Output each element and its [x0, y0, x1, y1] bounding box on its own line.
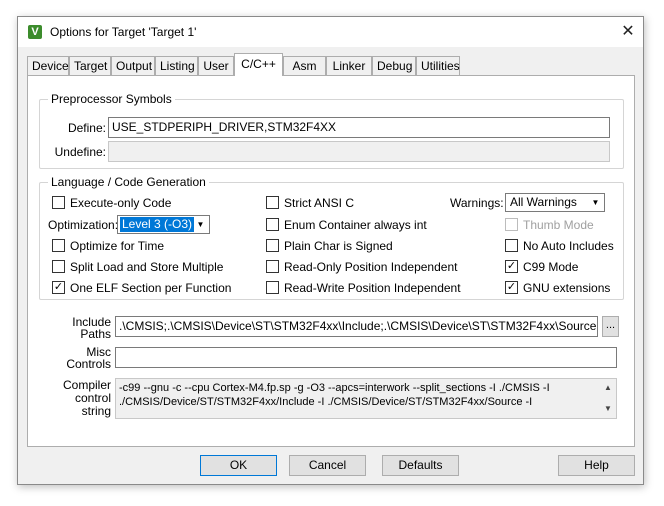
tab-asm[interactable]: Asm [283, 56, 326, 75]
tab-utilities[interactable]: Utilities [416, 56, 460, 75]
tab-c-cpp[interactable]: C/C++ [234, 53, 283, 76]
gnu-extensions-label: GNU extensions [523, 281, 611, 295]
defaults-button[interactable]: Defaults [382, 455, 459, 476]
split-load-store-checkbox[interactable] [52, 260, 65, 273]
optimize-for-time-checkbox[interactable] [52, 239, 65, 252]
read-write-pos-indep-label: Read-Write Position Independent [284, 281, 461, 295]
compiler-control-string-label: Compiler control string [62, 378, 111, 418]
optimization-label: Optimization: [48, 218, 119, 232]
plain-char-signed-checkbox[interactable] [266, 239, 279, 252]
c99-mode-label: C99 Mode [523, 260, 579, 274]
language-group-label: Language / Code Generation [48, 175, 209, 189]
strict-ansi-c-checkbox[interactable] [266, 196, 279, 209]
define-input[interactable]: USE_STDPERIPH_DRIVER,STM32F4XX [108, 117, 610, 138]
misc-controls-label: Misc Controls [66, 345, 111, 371]
include-paths-label: Include Paths [72, 315, 111, 341]
optimization-select[interactable]: Level 3 (-O3) ▼ [117, 215, 210, 234]
language-group: Language / Code Generation Execute-only … [39, 175, 624, 300]
misc-controls-input[interactable] [115, 347, 617, 368]
optimization-value: Level 3 (-O3) [120, 217, 195, 232]
execute-only-label: Execute-only Code [70, 196, 172, 210]
thumb-mode-label: Thumb Mode [523, 218, 594, 232]
preprocessor-group: Preprocessor Symbols Define: USE_STDPERI… [39, 92, 624, 169]
split-load-store-label: Split Load and Store Multiple [70, 260, 224, 274]
help-button[interactable]: Help [558, 455, 635, 476]
include-paths-browse-button[interactable]: ... [602, 316, 619, 337]
optimize-for-time-label: Optimize for Time [70, 239, 165, 253]
read-only-pos-indep-label: Read-Only Position Independent [284, 260, 458, 274]
ok-button[interactable]: OK [200, 455, 277, 476]
warnings-label: Warnings: [450, 196, 504, 210]
tab-target[interactable]: Target [69, 56, 111, 75]
one-elf-section-checkbox[interactable]: ✓ [52, 281, 65, 294]
one-elf-section-label: One ELF Section per Function [70, 281, 232, 295]
define-label: Define: [67, 121, 106, 135]
read-only-pos-indep-checkbox[interactable] [266, 260, 279, 273]
undefine-input[interactable] [108, 141, 610, 162]
cc-tab-panel: Preprocessor Symbols Define: USE_STDPERI… [27, 75, 635, 447]
no-auto-includes-label: No Auto Includes [523, 239, 614, 253]
textarea-scrollbar[interactable]: ▲ ▼ [602, 381, 614, 416]
close-button[interactable]: ✕ [613, 17, 643, 47]
scroll-down-icon[interactable]: ▼ [602, 402, 614, 416]
read-write-pos-indep-checkbox[interactable] [266, 281, 279, 294]
tab-output[interactable]: Output [111, 56, 155, 75]
compiler-string-line-2: ./CMSIS/Device/ST/STM32F4xx/Include -I .… [119, 396, 533, 408]
thumb-mode-checkbox[interactable] [505, 218, 518, 231]
enum-container-label: Enum Container always int [284, 218, 427, 232]
chevron-down-icon: ▼ [591, 198, 600, 207]
preprocessor-group-label: Preprocessor Symbols [48, 92, 175, 106]
scroll-up-icon[interactable]: ▲ [602, 381, 614, 395]
tab-listing[interactable]: Listing [155, 56, 198, 75]
tab-linker[interactable]: Linker [326, 56, 372, 75]
enum-container-checkbox[interactable] [266, 218, 279, 231]
compiler-control-string-textarea[interactable]: -c99 --gnu -c --cpu Cortex-M4.fp.sp -g -… [115, 378, 617, 419]
execute-only-checkbox[interactable] [52, 196, 65, 209]
gnu-extensions-checkbox[interactable]: ✓ [505, 281, 518, 294]
c99-mode-checkbox[interactable]: ✓ [505, 260, 518, 273]
title-bar: V Options for Target 'Target 1' ✕ [18, 17, 643, 47]
warnings-select[interactable]: All Warnings ▼ [505, 193, 605, 212]
compiler-string-line-1: -c99 --gnu -c --cpu Cortex-M4.fp.sp -g -… [119, 382, 550, 394]
plain-char-signed-label: Plain Char is Signed [284, 239, 393, 253]
tab-device[interactable]: Device [27, 56, 69, 75]
strict-ansi-c-label: Strict ANSI C [284, 196, 355, 210]
no-auto-includes-checkbox[interactable] [505, 239, 518, 252]
window-title: Options for Target 'Target 1' [50, 25, 197, 39]
tab-debug[interactable]: Debug [372, 56, 416, 75]
include-paths-input[interactable]: .\CMSIS;.\CMSIS\Device\ST\STM32F4xx\Incl… [115, 316, 598, 337]
undefine-label: Undefine: [54, 145, 106, 159]
warnings-value: All Warnings [510, 195, 577, 209]
cancel-button[interactable]: Cancel [289, 455, 366, 476]
app-icon: V [28, 25, 42, 39]
tab-user[interactable]: User [198, 56, 234, 75]
chevron-down-icon: ▼ [196, 220, 205, 229]
options-dialog: V Options for Target 'Target 1' ✕ Device… [17, 16, 644, 485]
